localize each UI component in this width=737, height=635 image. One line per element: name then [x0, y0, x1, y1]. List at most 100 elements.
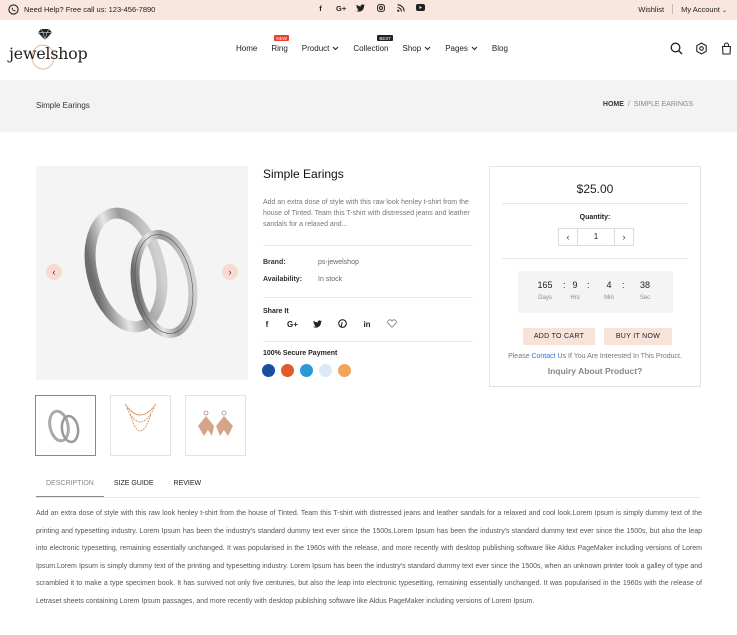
buy-now-button[interactable]: BUY IT NOW [604, 328, 672, 345]
heart-icon[interactable] [387, 319, 397, 330]
cart-icon[interactable] [720, 42, 733, 55]
breadcrumb-current: SIMPLE EARINGS [633, 101, 693, 108]
google-plus-icon[interactable]: G+ [287, 320, 298, 329]
rings-thumbnail-image [48, 409, 80, 444]
buy-box: $25.00 Quantity: ‹ 1 › 165 Days : 9 Hrs … [489, 166, 701, 387]
discover-icon [338, 364, 351, 377]
timer-hours-value: 9 [572, 280, 578, 290]
timer-minutes-label: Min [604, 295, 614, 301]
product-tabs: DESCRIPTION SIZE GUIDE REVIEW [36, 480, 211, 497]
breadcrumb: HOME / SIMPLE EARINGS [603, 101, 693, 108]
nav-pages-label: Pages [445, 44, 468, 53]
account-links: Wishlist My Account ⌄ [638, 4, 727, 14]
nav-pages[interactable]: Pages [445, 44, 478, 53]
timer-hours: 9 Hrs [560, 280, 590, 301]
help-line: Need Help? Free call us: 123-456-7890 [8, 4, 155, 15]
prev-image-button[interactable]: ‹ [46, 264, 62, 280]
add-to-cart-button[interactable]: ADD TO CART [523, 328, 595, 345]
nav-shop[interactable]: Shop [403, 44, 432, 53]
settings-icon[interactable] [695, 42, 708, 55]
share-title: Share It [263, 308, 289, 315]
chevron-down-icon [332, 46, 339, 51]
availability-value: In stock [318, 276, 343, 283]
nav-blog-label: Blog [491, 44, 508, 53]
timer-seconds-label: Sec [639, 295, 651, 301]
my-account-link[interactable]: My Account ⌄ [681, 5, 727, 14]
tab-review[interactable]: REVIEW [164, 480, 212, 497]
divider [263, 245, 473, 246]
timer-seconds: 38 Sec [630, 280, 660, 301]
next-image-button[interactable]: › [222, 264, 238, 280]
twitter-icon[interactable] [356, 4, 365, 14]
nav-ring[interactable]: Ring NEW [271, 35, 289, 53]
quantity-input[interactable]: 1 [577, 229, 615, 245]
rss-icon[interactable] [396, 4, 405, 14]
nav-product-label: Product [301, 44, 330, 53]
inquiry-link[interactable]: Inquiry About Product? [490, 366, 700, 376]
chevron-down-icon: ⌄ [721, 7, 727, 14]
divider [672, 4, 674, 14]
product-main-image[interactable]: ‹ › [36, 166, 248, 380]
facebook-icon[interactable]: f [316, 4, 325, 14]
quantity-stepper: ‹ 1 › [558, 228, 634, 246]
divider [263, 297, 473, 298]
nav-collection-label: Collection [353, 44, 389, 53]
chevron-down-icon [424, 46, 431, 51]
tab-divider [36, 497, 700, 498]
product-description: Add an extra dose of style with this raw… [36, 510, 702, 605]
mastercard-icon [281, 364, 294, 377]
wishlist-link[interactable]: Wishlist [638, 5, 664, 14]
tab-description[interactable]: DESCRIPTION [36, 480, 104, 497]
header-icons [670, 42, 733, 55]
whatsapp-icon [8, 4, 19, 15]
paypal-icon [319, 364, 332, 377]
thumbnail-rings[interactable] [35, 395, 96, 456]
tab-size-guide[interactable]: SIZE GUIDE [104, 480, 164, 497]
facebook-icon[interactable]: f [262, 320, 272, 329]
social-links: f G+ [316, 4, 425, 14]
google-plus-icon[interactable]: G+ [336, 4, 346, 14]
timer-minutes-value: 4 [606, 280, 612, 290]
help-text: Need Help? Free call us: 123-456-7890 [24, 5, 156, 14]
ring-pair-image [84, 207, 198, 338]
search-icon[interactable] [670, 42, 683, 55]
pinterest-icon[interactable] [337, 319, 347, 330]
linkedin-icon[interactable]: in [362, 320, 372, 329]
share-links: f G+ in [262, 319, 397, 330]
countdown-timer: 165 Days : 9 Hrs : 4 Min : 38 Sec [518, 271, 673, 313]
decrease-quantity-button[interactable]: ‹ [559, 229, 577, 245]
site-logo[interactable]: jewelshop [8, 29, 88, 71]
instagram-icon[interactable] [376, 4, 385, 14]
nav-home[interactable]: Home [236, 44, 257, 53]
availability-label: Availability: [263, 276, 303, 283]
brand-label: Brand: [263, 259, 286, 266]
brand-value: ps-jewelshop [318, 259, 359, 266]
breadcrumb-home[interactable]: HOME [603, 101, 624, 108]
timer-colon: : [622, 280, 625, 290]
chevron-down-icon [471, 46, 478, 51]
increase-quantity-button[interactable]: › [615, 229, 633, 245]
timer-days: 165 Days [530, 280, 560, 301]
nav-ring-label: Ring [271, 44, 288, 53]
nav-product[interactable]: Product [302, 44, 340, 53]
thumbnail-earrings[interactable] [185, 395, 246, 456]
best-badge: BEST [377, 35, 394, 41]
nav-shop-label: Shop [402, 44, 422, 53]
payment-icons [262, 364, 351, 377]
twitter-icon[interactable] [312, 319, 322, 330]
visa-icon [262, 364, 275, 377]
new-badge: NEW [274, 35, 289, 41]
timer-hours-label: Hrs [570, 295, 580, 301]
contact-us-link[interactable]: Contact Us [531, 353, 566, 360]
thumbnail-necklace[interactable] [110, 395, 171, 456]
product-price: $25.00 [576, 182, 614, 196]
contact-note-prefix: Please [508, 353, 530, 360]
youtube-icon[interactable] [416, 4, 425, 14]
top-bar: Need Help? Free call us: 123-456-7890 f … [0, 0, 737, 20]
my-account-label: My Account [681, 4, 720, 14]
nav-blog[interactable]: Blog [492, 44, 508, 53]
divider [263, 341, 473, 342]
contact-note: Please Contact Us If You Are Interested … [490, 353, 700, 360]
divider [502, 203, 688, 204]
nav-collection[interactable]: Collection BEST [353, 35, 394, 53]
